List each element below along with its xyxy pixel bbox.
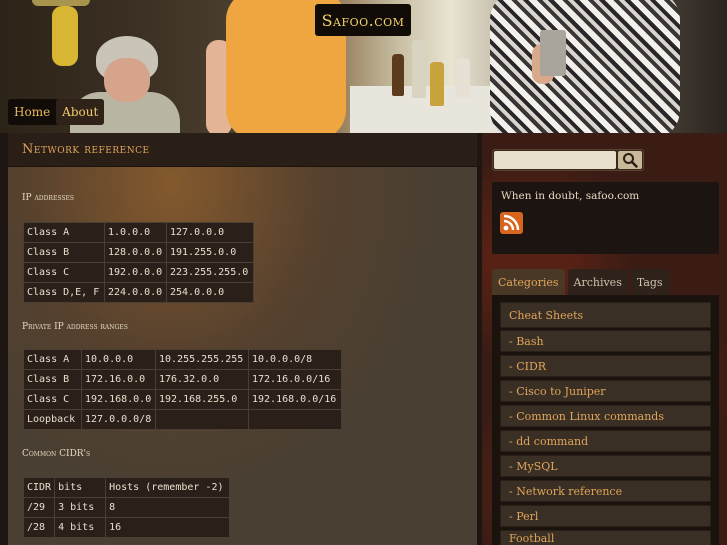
drink-can — [540, 30, 566, 76]
ip-addresses-table: Class A 1.0.0.0 127.0.0.0 Class B 128.0.… — [23, 222, 254, 303]
table-cell: bits — [54, 477, 107, 498]
person-shirt — [490, 0, 680, 133]
table-cell: /28 — [22, 517, 56, 538]
category-item[interactable]: - Bash — [500, 330, 711, 352]
lamp-base — [52, 6, 78, 66]
rss-icon — [503, 214, 520, 231]
table-cell: 224.0.0.0 — [104, 282, 167, 303]
category-item[interactable]: - Perl — [500, 505, 711, 527]
table-cell: 192.168.0.0/16 — [248, 389, 342, 410]
search-icon — [623, 153, 638, 168]
table-row: Loopback 127.0.0.0/8 — [23, 409, 342, 430]
table-cell: 4 bits — [54, 517, 107, 538]
bottle — [456, 58, 470, 98]
nav-about[interactable]: About — [56, 99, 105, 125]
main-content: Network reference IP addresses Class A 1… — [8, 133, 477, 545]
cidr-table: CIDR bits Hosts (remember -2) /29 3 bits… — [22, 477, 231, 538]
bottle — [430, 62, 444, 106]
table-cell: 127.0.0.0/8 — [81, 409, 156, 430]
table-row: Class C 192.0.0.0 223.255.255.0 — [23, 262, 254, 283]
table-cell: 10.0.0.0 — [81, 349, 156, 370]
table-row: Class C 192.168.0.0 192.168.255.0 192.16… — [23, 389, 342, 410]
tab-archives[interactable]: Archives — [567, 269, 628, 295]
table-row: CIDR bits Hosts (remember -2) — [22, 477, 231, 498]
table-cell: Class B — [23, 242, 105, 263]
category-item[interactable]: Football — [500, 530, 711, 545]
table-cell: 8 — [105, 497, 231, 518]
post-header: Network reference — [8, 133, 477, 167]
table-cell: 172.16.0.0 — [81, 369, 156, 390]
table-cell: 10.0.0.0/8 — [248, 349, 342, 370]
table-cell: 127.0.0.0 — [166, 222, 254, 243]
table-cell: 1.0.0.0 — [104, 222, 167, 243]
category-item[interactable]: - CIDR — [500, 355, 711, 377]
site-tagline: When in doubt, safoo.com — [501, 190, 640, 202]
table-cell: 128.0.0.0 — [104, 242, 167, 263]
category-item[interactable]: - Cisco to Juniper — [500, 380, 711, 402]
section-heading: IP addresses — [22, 193, 74, 203]
table-row: /28 4 bits 16 — [22, 517, 231, 538]
main-nav: Home About — [8, 99, 105, 125]
table-cell: 192.168.255.0 — [155, 389, 249, 410]
table-cell: Hosts (remember -2) — [105, 477, 231, 498]
section-heading: Private IP address ranges — [22, 322, 128, 332]
table-cell: CIDR — [22, 477, 56, 498]
table-cell: 192.168.0.0 — [81, 389, 156, 410]
table-cell: 172.16.0.0/16 — [248, 369, 342, 390]
rss-feed-link[interactable] — [500, 212, 523, 234]
table-cell: Class C — [23, 389, 82, 410]
table-row: Class B 128.0.0.0 191.255.0.0 — [23, 242, 254, 263]
bottle — [412, 40, 426, 98]
nav-home[interactable]: Home — [8, 99, 56, 125]
search-input[interactable] — [494, 151, 616, 169]
table-cell — [155, 409, 249, 430]
table-cell: Class B — [23, 369, 82, 390]
site-title[interactable]: Safoo.com — [315, 4, 411, 36]
table-cell: 223.255.255.0 — [166, 262, 254, 283]
table-row: /29 3 bits 8 — [22, 497, 231, 518]
table-row: Class A 10.0.0.0 10.255.255.255 10.0.0.0… — [23, 349, 342, 370]
table-cell: Class D,E, F — [23, 282, 105, 303]
category-item[interactable]: - MySQL — [500, 455, 711, 477]
category-item[interactable]: - dd command — [500, 430, 711, 452]
table-cell: /29 — [22, 497, 56, 518]
table-cell: Class A — [23, 222, 105, 243]
bottle — [392, 54, 404, 96]
post-title[interactable]: Network reference — [22, 142, 150, 157]
category-item[interactable]: - Network reference — [500, 480, 711, 502]
table-cell: 254.0.0.0 — [166, 282, 254, 303]
person-face — [104, 58, 150, 102]
table-cell: 10.255.255.255 — [155, 349, 249, 370]
table-cell: 3 bits — [54, 497, 107, 518]
table-row: Class D,E, F 224.0.0.0 254.0.0.0 — [23, 282, 254, 303]
table-row: Class B 172.16.0.0 176.32.0.0 172.16.0.0… — [23, 369, 342, 390]
table-cell: 16 — [105, 517, 231, 538]
tab-categories[interactable]: Categories — [492, 269, 565, 295]
table-cell: Class C — [23, 262, 105, 283]
search-button[interactable] — [618, 151, 642, 169]
table-cell: 192.0.0.0 — [104, 262, 167, 283]
category-item[interactable]: - Common Linux commands — [500, 405, 711, 427]
private-ip-table: Class A 10.0.0.0 10.255.255.255 10.0.0.0… — [23, 349, 342, 430]
category-item[interactable]: Cheat Sheets — [500, 302, 711, 328]
table-cell: 176.32.0.0 — [155, 369, 249, 390]
table-cell — [248, 409, 342, 430]
tab-tags[interactable]: Tags — [630, 269, 669, 295]
table-cell: Loopback — [23, 409, 82, 430]
table-cell: Class A — [23, 349, 82, 370]
section-heading: Common CIDR's — [22, 449, 91, 459]
table-row: Class A 1.0.0.0 127.0.0.0 — [23, 222, 254, 243]
sidebar-tabs: Categories Archives Tags — [492, 269, 669, 295]
table-cell: 191.255.0.0 — [166, 242, 254, 263]
